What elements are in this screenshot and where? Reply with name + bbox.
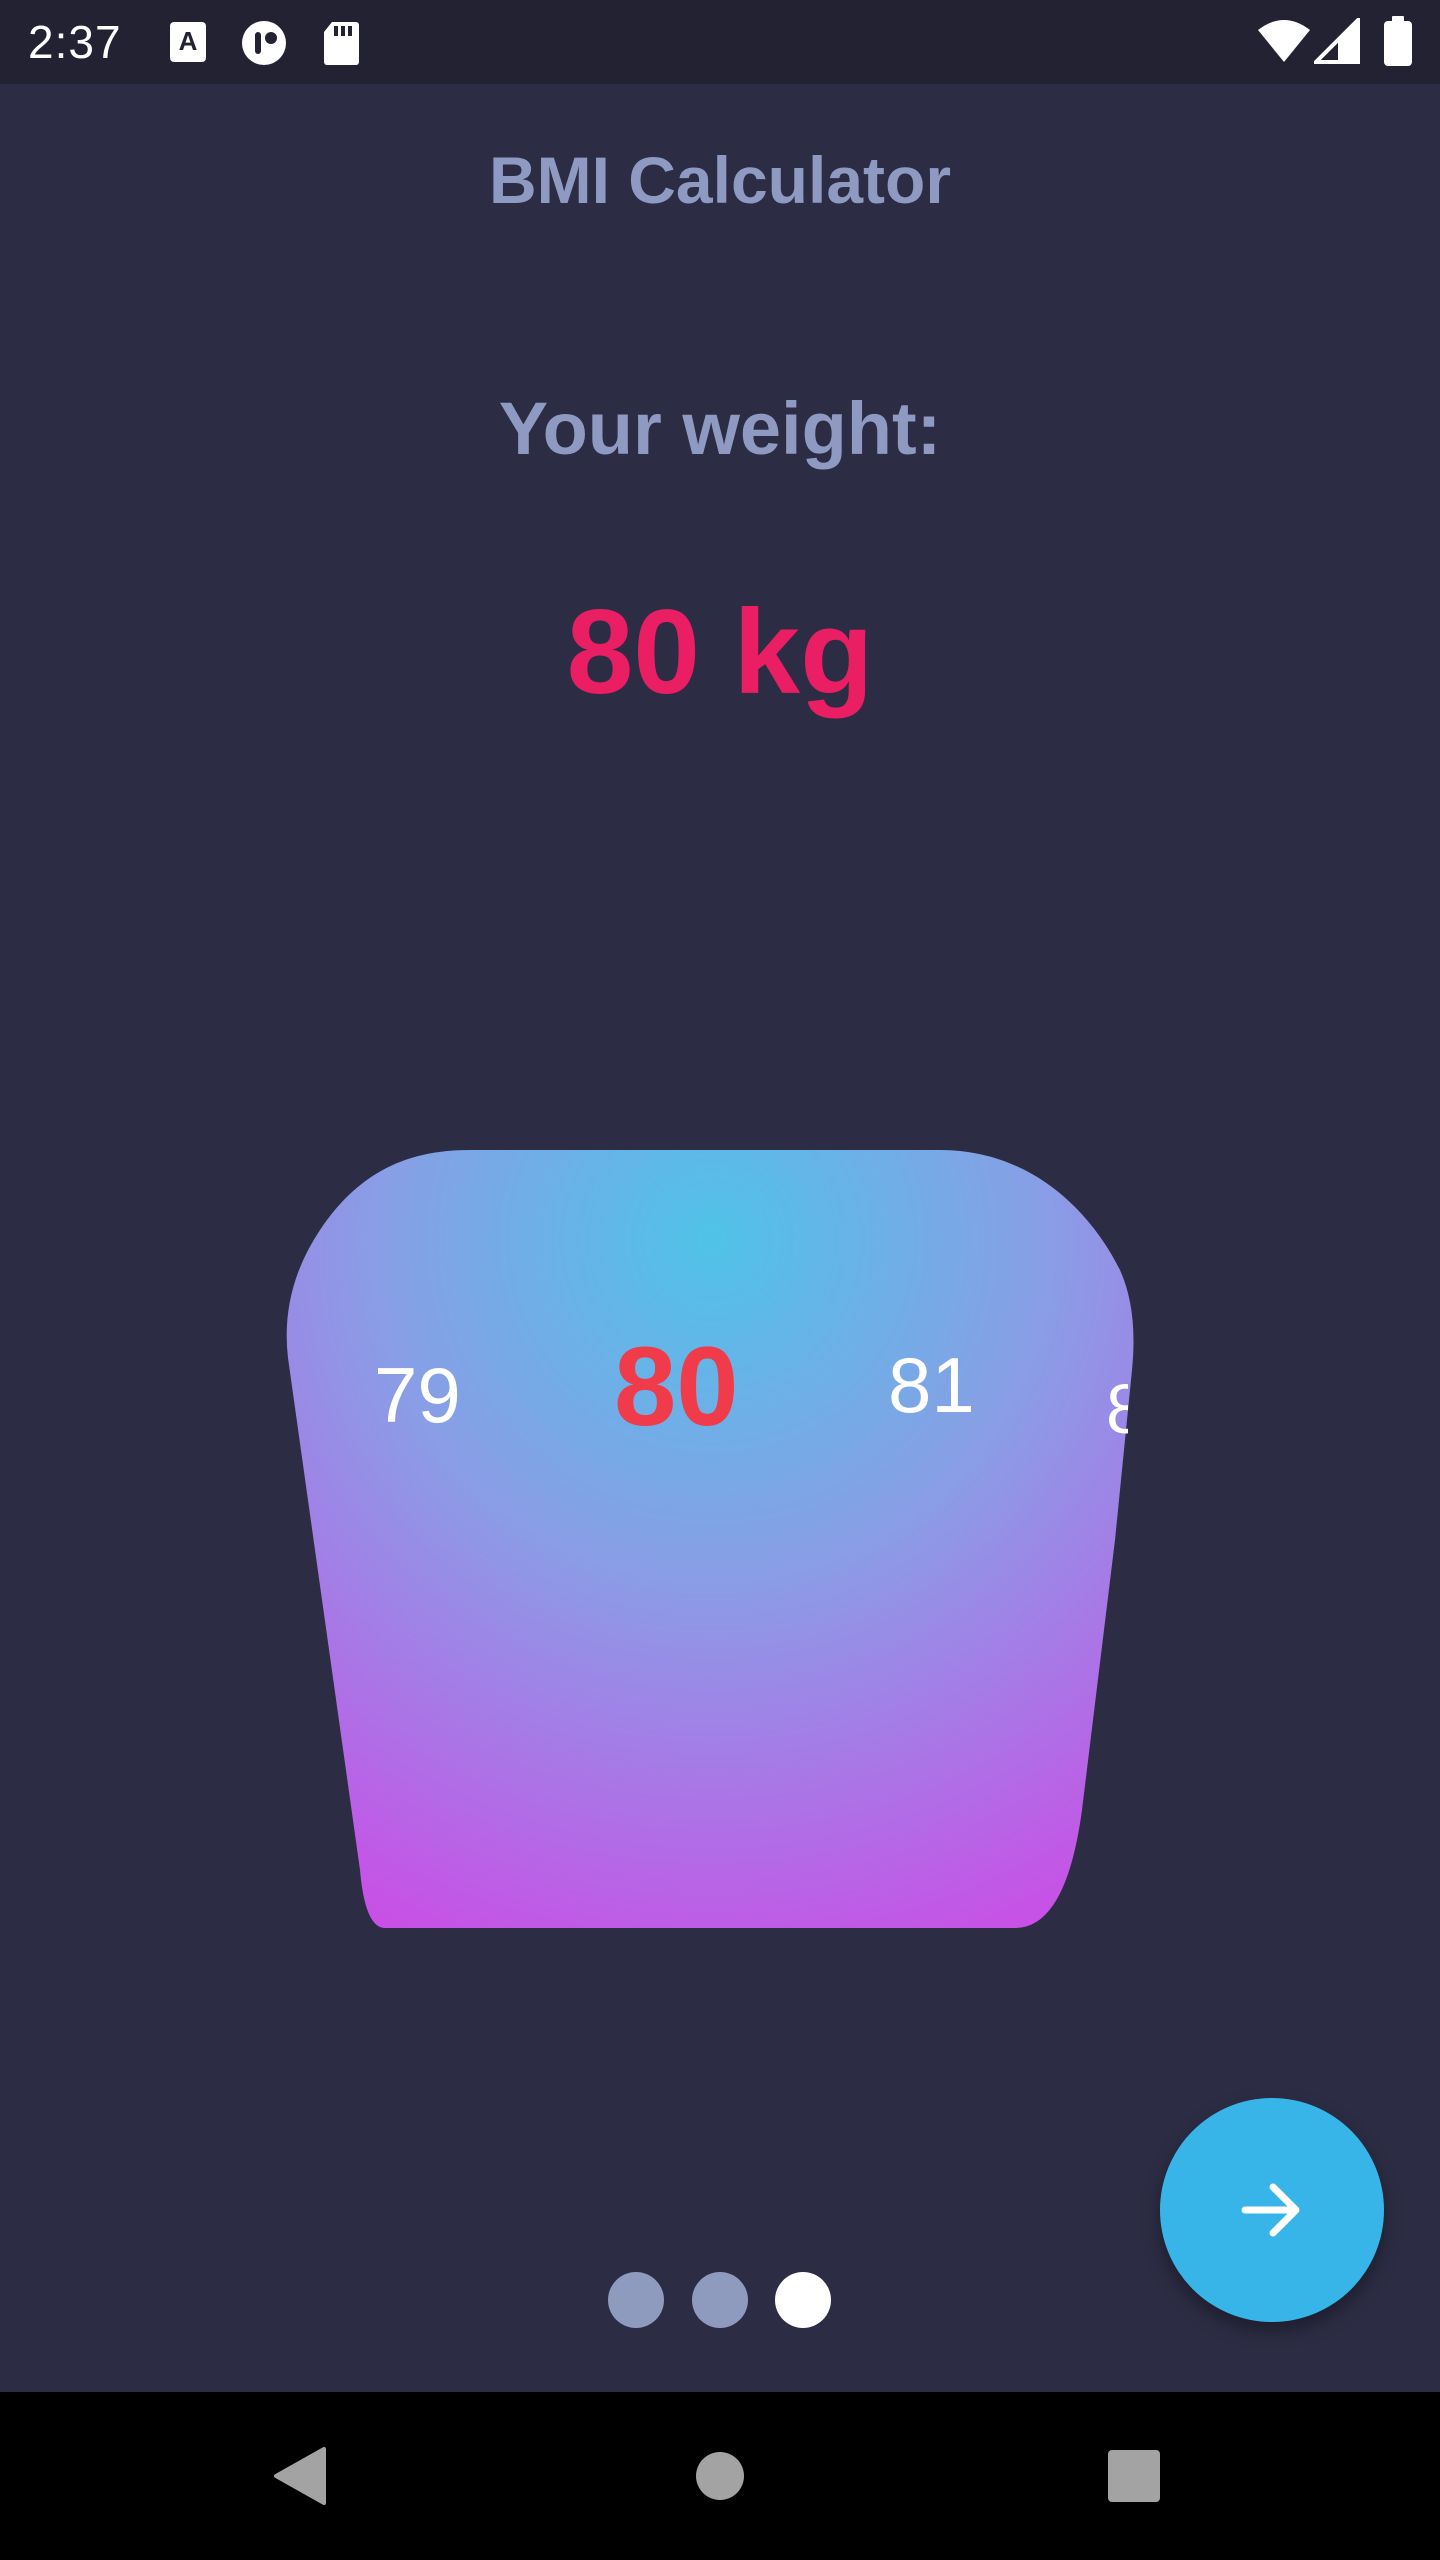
next-button[interactable]	[1160, 2098, 1384, 2322]
page-indicator-dot-active[interactable]	[775, 2272, 831, 2328]
home-button[interactable]	[670, 2392, 770, 2560]
weight-label: Your weight:	[498, 387, 942, 470]
picker-tick[interactable]: 82	[1106, 1364, 1128, 1454]
battery-icon	[1384, 16, 1412, 71]
text-a-icon: A	[168, 20, 208, 69]
svg-text:A: A	[179, 26, 198, 56]
page-indicator-dot[interactable]	[608, 2272, 664, 2328]
back-button[interactable]	[250, 2392, 350, 2560]
picker-tick[interactable]: 79	[374, 1350, 461, 1440]
ring-icon	[238, 20, 290, 71]
picker-tick[interactable]: 81	[888, 1340, 975, 1430]
recents-button[interactable]	[1084, 2392, 1184, 2560]
signal-icon	[1311, 15, 1360, 69]
app-title: BMI Calculator	[488, 143, 952, 217]
screen: 2:37 A BMI Calculator Your weight: 80 kg…	[0, 0, 1440, 2560]
arrow-right-icon	[1241, 2183, 1300, 2237]
page-indicator-dot[interactable]	[692, 2272, 748, 2328]
home-icon	[696, 2452, 744, 2500]
status-time: 2:37	[28, 16, 122, 68]
sd-card-icon	[322, 20, 360, 71]
navigation-bar	[0, 2392, 1440, 2560]
recents-icon	[1108, 2450, 1160, 2502]
picker-tick-selected[interactable]: 80	[614, 1322, 739, 1452]
wifi-icon	[1256, 18, 1312, 69]
weight-picker-wheel[interactable]	[286, 1150, 1134, 1928]
weight-value: 80 kg	[566, 585, 874, 719]
status-bar: 2:37 A	[0, 0, 1440, 84]
back-icon	[274, 2447, 326, 2505]
